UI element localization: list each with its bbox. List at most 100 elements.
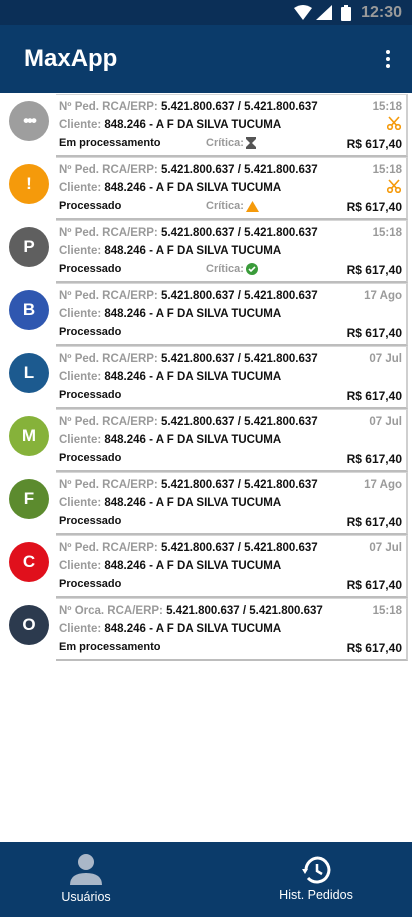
order-row[interactable]: O Nº Orca. RCA/ERP: 5.421.800.637 / 5.42… bbox=[0, 598, 412, 661]
order-card[interactable]: Nº Orca. RCA/ERP: 5.421.800.637 / 5.421.… bbox=[56, 598, 408, 661]
order-number-line: Nº Ped. RCA/ERP: 5.421.800.637 / 5.421.8… bbox=[59, 542, 318, 554]
order-status: Processado bbox=[59, 326, 122, 338]
order-time: 15:18 bbox=[372, 227, 402, 239]
client-line: Cliente: 848.246 - A F DA SILVA TUCUMA bbox=[59, 560, 281, 572]
order-avatar: P bbox=[9, 227, 49, 267]
order-number: 5.421.800.637 / 5.421.800.637 bbox=[160, 542, 318, 554]
order-time: 07 Jul bbox=[369, 416, 402, 428]
client-name: 848.246 - A F DA SILVA TUCUMA bbox=[104, 560, 282, 572]
critica-label: Crítica: bbox=[206, 137, 244, 149]
client-name: 848.246 - A F DA SILVA TUCUMA bbox=[104, 497, 282, 509]
order-number: 5.421.800.637 / 5.421.800.637 bbox=[160, 479, 318, 491]
order-number-label: Nº Ped. RCA/ERP: bbox=[59, 479, 158, 491]
nav-users[interactable]: Usuários bbox=[58, 852, 114, 917]
order-time: 17 Ago bbox=[364, 479, 402, 491]
order-status: Processado bbox=[59, 263, 122, 275]
order-number: 5.421.800.637 / 5.421.800.637 bbox=[160, 416, 318, 428]
order-number-label: Nº Ped. RCA/ERP: bbox=[59, 164, 158, 176]
warning-icon bbox=[245, 200, 259, 212]
order-time: 15:18 bbox=[372, 101, 402, 113]
nav-users-label: Usuários bbox=[61, 890, 111, 904]
order-card[interactable]: Nº Ped. RCA/ERP: 5.421.800.637 / 5.421.8… bbox=[56, 409, 408, 472]
order-number-line: Nº Ped. RCA/ERP: 5.421.800.637 / 5.421.8… bbox=[59, 479, 318, 491]
overflow-menu-icon[interactable] bbox=[378, 47, 398, 71]
order-time: 17 Ago bbox=[364, 290, 402, 302]
critica-label: Crítica: bbox=[206, 200, 244, 212]
order-number-label: Nº Ped. RCA/ERP: bbox=[59, 353, 158, 365]
order-price: R$ 617,40 bbox=[346, 137, 402, 151]
order-number-label: Nº Ped. RCA/ERP: bbox=[59, 542, 158, 554]
order-row[interactable]: F Nº Ped. RCA/ERP: 5.421.800.637 / 5.421… bbox=[0, 472, 412, 535]
bottom-navigation: Usuários Hist. Pedidos bbox=[0, 842, 412, 917]
order-status: Processado bbox=[59, 578, 122, 590]
order-avatar: ••• bbox=[9, 101, 49, 141]
order-avatar: L bbox=[9, 353, 49, 393]
order-status: Processado bbox=[59, 515, 122, 527]
client-name: 848.246 - A F DA SILVA TUCUMA bbox=[104, 623, 282, 635]
order-price: R$ 617,40 bbox=[346, 200, 402, 214]
order-number-line: Nº Ped. RCA/ERP: 5.421.800.637 / 5.421.8… bbox=[59, 227, 318, 239]
client-name: 848.246 - A F DA SILVA TUCUMA bbox=[104, 245, 282, 257]
client-line: Cliente: 848.246 - A F DA SILVA TUCUMA bbox=[59, 308, 281, 320]
order-price: R$ 617,40 bbox=[346, 389, 402, 403]
order-price: R$ 617,40 bbox=[346, 263, 402, 277]
client-label: Cliente: bbox=[59, 560, 102, 572]
client-label: Cliente: bbox=[59, 497, 102, 509]
order-status: Processado bbox=[59, 389, 122, 401]
order-number: 5.421.800.637 / 5.421.800.637 bbox=[160, 164, 318, 176]
order-row[interactable]: ! Nº Ped. RCA/ERP: 5.421.800.637 / 5.421… bbox=[0, 157, 412, 220]
order-number-line: Nº Ped. RCA/ERP: 5.421.800.637 / 5.421.8… bbox=[59, 416, 318, 428]
order-status: Processado bbox=[59, 452, 122, 464]
order-row[interactable]: L Nº Ped. RCA/ERP: 5.421.800.637 / 5.421… bbox=[0, 346, 412, 409]
client-label: Cliente: bbox=[59, 623, 102, 635]
order-avatar: C bbox=[9, 542, 49, 582]
client-line: Cliente: 848.246 - A F DA SILVA TUCUMA bbox=[59, 245, 281, 257]
order-time: 15:18 bbox=[372, 605, 402, 617]
order-price: R$ 617,40 bbox=[346, 452, 402, 466]
order-row[interactable]: B Nº Ped. RCA/ERP: 5.421.800.637 / 5.421… bbox=[0, 283, 412, 346]
order-avatar: O bbox=[9, 605, 49, 645]
clock: 12:30 bbox=[361, 4, 402, 21]
order-number-label: Nº Ped. RCA/ERP: bbox=[59, 227, 158, 239]
order-price: R$ 617,40 bbox=[346, 515, 402, 529]
order-avatar: ! bbox=[9, 164, 49, 204]
order-row[interactable]: M Nº Ped. RCA/ERP: 5.421.800.637 / 5.421… bbox=[0, 409, 412, 472]
order-status: Em processamento bbox=[59, 641, 161, 653]
client-name: 848.246 - A F DA SILVA TUCUMA bbox=[104, 182, 282, 194]
order-card[interactable]: Nº Ped. RCA/ERP: 5.421.800.637 / 5.421.8… bbox=[56, 472, 408, 535]
person-icon bbox=[70, 854, 102, 885]
order-price: R$ 617,40 bbox=[346, 326, 402, 340]
check-circle-icon bbox=[245, 263, 258, 275]
client-label: Cliente: bbox=[59, 245, 102, 257]
order-number-line: Nº Ped. RCA/ERP: 5.421.800.637 / 5.421.8… bbox=[59, 353, 318, 365]
order-number: 5.421.800.637 / 5.421.800.637 bbox=[160, 101, 318, 113]
order-row[interactable]: ••• Nº Ped. RCA/ERP: 5.421.800.637 / 5.4… bbox=[0, 94, 412, 157]
battery-icon bbox=[341, 5, 351, 21]
order-card[interactable]: Nº Ped. RCA/ERP: 5.421.800.637 / 5.421.8… bbox=[56, 94, 408, 157]
order-card[interactable]: Nº Ped. RCA/ERP: 5.421.800.637 / 5.421.8… bbox=[56, 283, 408, 346]
order-card[interactable]: Nº Ped. RCA/ERP: 5.421.800.637 / 5.421.8… bbox=[56, 346, 408, 409]
orders-list: ••• Nº Ped. RCA/ERP: 5.421.800.637 / 5.4… bbox=[0, 94, 412, 661]
client-label: Cliente: bbox=[59, 434, 102, 446]
order-number: 5.421.800.637 / 5.421.800.637 bbox=[166, 605, 323, 617]
client-line: Cliente: 848.246 - A F DA SILVA TUCUMA bbox=[59, 371, 281, 383]
order-time: 07 Jul bbox=[369, 542, 402, 554]
signal-icon bbox=[316, 5, 332, 20]
order-row[interactable]: C Nº Ped. RCA/ERP: 5.421.800.637 / 5.421… bbox=[0, 535, 412, 598]
order-status: Processado bbox=[59, 200, 122, 212]
app-title: MaxApp bbox=[24, 45, 118, 72]
order-card[interactable]: Nº Ped. RCA/ERP: 5.421.800.637 / 5.421.8… bbox=[56, 157, 408, 220]
nav-history[interactable]: Hist. Pedidos bbox=[270, 856, 362, 917]
order-number-label: Nº Ped. RCA/ERP: bbox=[59, 290, 158, 302]
order-price: R$ 617,40 bbox=[346, 641, 402, 655]
order-card[interactable]: Nº Ped. RCA/ERP: 5.421.800.637 / 5.421.8… bbox=[56, 220, 408, 283]
order-row[interactable]: P Nº Ped. RCA/ERP: 5.421.800.637 / 5.421… bbox=[0, 220, 412, 283]
nav-history-label: Hist. Pedidos bbox=[279, 888, 353, 902]
history-icon bbox=[302, 856, 331, 884]
order-number-label: Nº Orca. RCA/ERP: bbox=[59, 605, 163, 617]
client-name: 848.246 - A F DA SILVA TUCUMA bbox=[104, 434, 282, 446]
order-status: Em processamento bbox=[59, 137, 161, 149]
order-card[interactable]: Nº Ped. RCA/ERP: 5.421.800.637 / 5.421.8… bbox=[56, 535, 408, 598]
order-time: 15:18 bbox=[372, 164, 402, 176]
client-label: Cliente: bbox=[59, 371, 102, 383]
